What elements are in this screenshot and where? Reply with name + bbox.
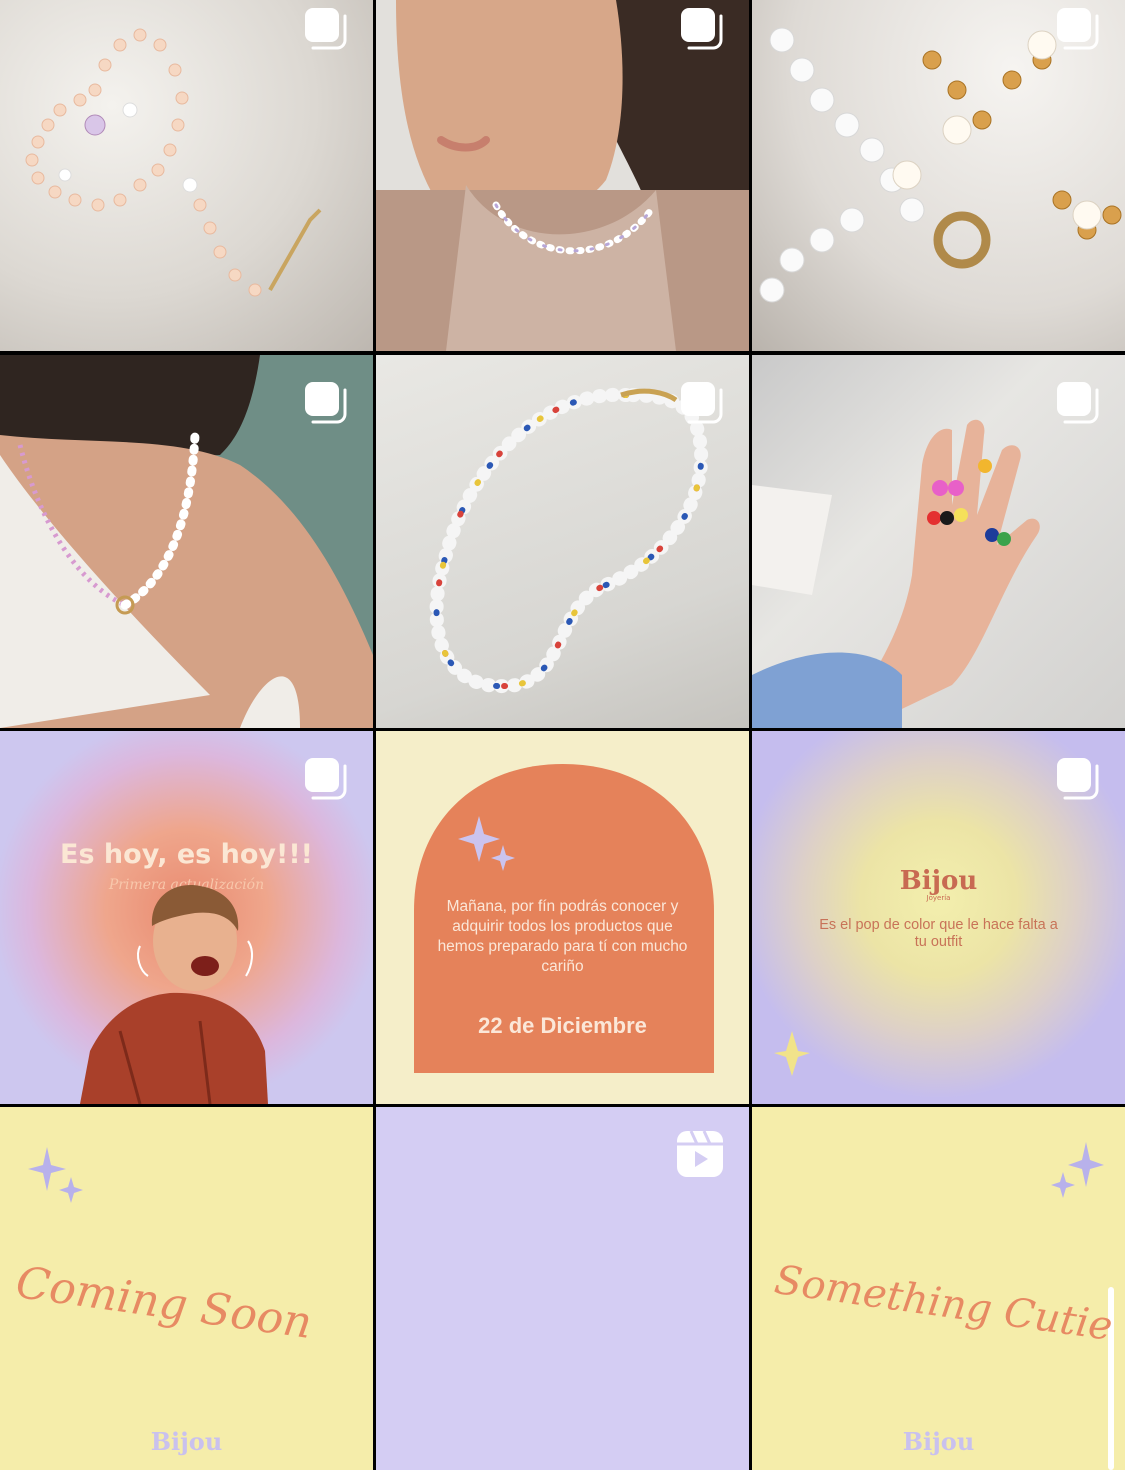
carousel-icon xyxy=(305,8,347,50)
post-tile-hand-rings[interactable] xyxy=(752,355,1125,728)
post-tile-shoulder-necklace[interactable] xyxy=(0,355,373,728)
bijou-logo-block: Bijou xyxy=(0,1427,373,1456)
post-tile-pearl-heart[interactable] xyxy=(0,0,373,351)
carousel-icon xyxy=(681,382,723,424)
pearl-heart-image xyxy=(25,28,322,297)
post-tile-22-diciembre[interactable]: Mañana, por fín podrás conocer y adquiri… xyxy=(376,731,749,1104)
carousel-icon xyxy=(305,382,347,424)
carousel-icon xyxy=(305,758,347,800)
announcement-date: 22 de Diciembre xyxy=(478,1013,647,1038)
carousel-icon xyxy=(1057,758,1099,800)
announcement-text: Mañana, por fín podrás conocer y adquiri… xyxy=(437,898,688,975)
bead-clasp-image xyxy=(759,27,1122,303)
reel-icon xyxy=(677,1130,723,1177)
carousel-icon xyxy=(1057,382,1099,424)
bijou-logo: Bijou xyxy=(902,1427,975,1456)
post-tile-es-hoy[interactable]: Es hoy, es hoy!!! Primera actualización xyxy=(0,731,373,1104)
post-tile-woman-necklace[interactable] xyxy=(376,0,749,351)
bijou-logo: Bijou xyxy=(150,1427,223,1456)
carousel-icon xyxy=(681,8,723,50)
carousel-icon xyxy=(1057,8,1099,50)
bijou-logo-block: Bijou xyxy=(752,1427,1125,1456)
woman-necklace-image xyxy=(376,0,749,351)
post-tile-colorful-pearls[interactable] xyxy=(376,355,749,728)
post-tile-something-cutie[interactable]: Something Cutie Bijou xyxy=(752,1107,1125,1470)
post-tile-coming-soon[interactable]: Coming Soon Bijou xyxy=(0,1107,373,1470)
post-tile-reel[interactable] xyxy=(376,1107,749,1470)
profile-post-grid: Es hoy, es hoy!!! Primera actualización … xyxy=(0,0,1125,1470)
post-tile-pop-de-color[interactable]: Bijou Joyería Es el pop de color que le … xyxy=(752,731,1125,1104)
post-tile-bead-clasp[interactable] xyxy=(752,0,1125,351)
